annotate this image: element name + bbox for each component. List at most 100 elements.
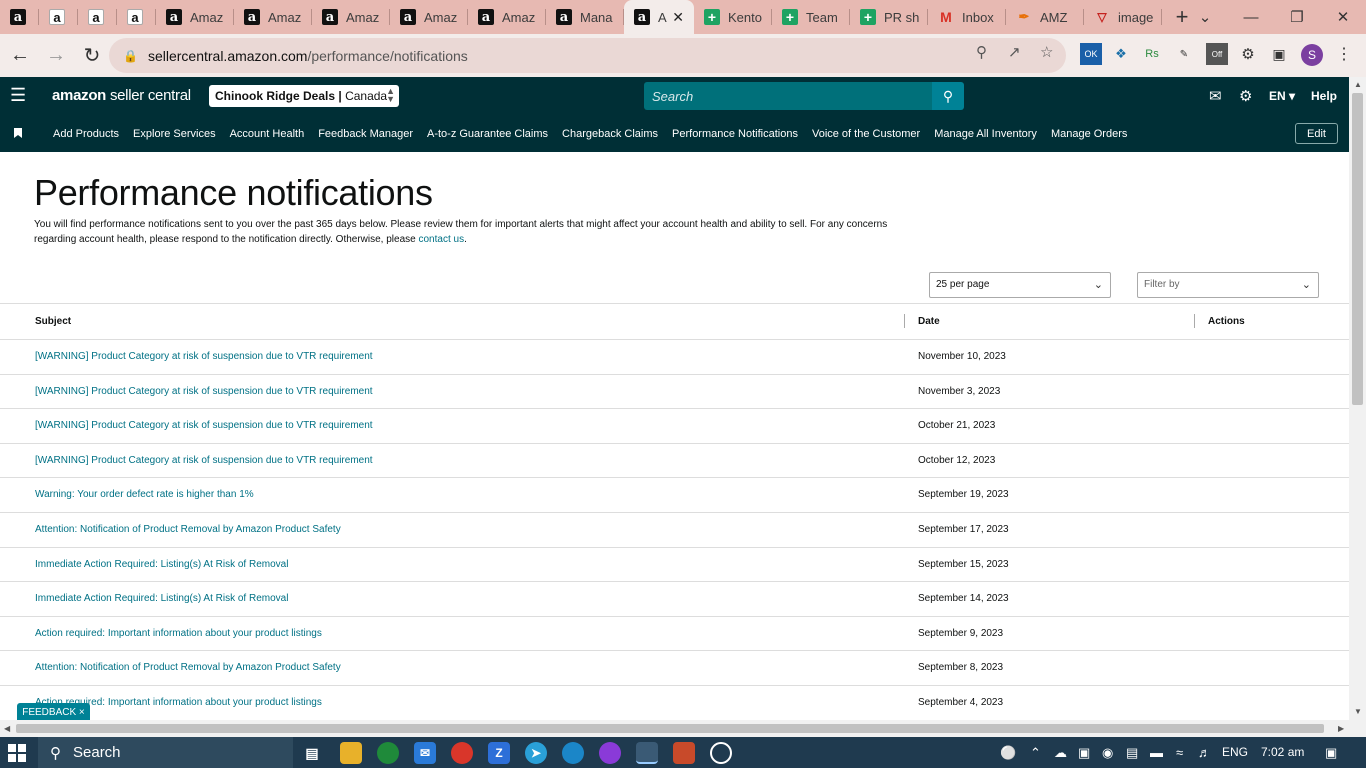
- windows-start-icon[interactable]: [8, 744, 26, 762]
- file-explorer-icon[interactable]: [340, 742, 362, 764]
- notification-subject-link[interactable]: [WARNING] Product Category at risk of su…: [35, 455, 373, 466]
- clock[interactable]: 7:02 am: [1261, 745, 1304, 759]
- scroll-left-icon[interactable]: ◀: [4, 724, 10, 733]
- extension-rs-icon[interactable]: Rs: [1141, 43, 1163, 65]
- input-language[interactable]: ENG: [1222, 745, 1248, 759]
- edit-nav-button[interactable]: Edit: [1295, 123, 1338, 144]
- reload-button[interactable]: ↻: [76, 40, 108, 72]
- back-button[interactable]: ←: [4, 40, 36, 72]
- nav-link[interactable]: Performance Notifications: [672, 128, 798, 140]
- seller-central-logo[interactable]: amazon seller central: [52, 87, 191, 104]
- notification-subject-link[interactable]: [WARNING] Product Category at risk of su…: [35, 420, 373, 431]
- browser-tab[interactable]: a: [78, 0, 117, 34]
- messenger-icon[interactable]: [599, 742, 621, 764]
- extension-ok-icon[interactable]: OK: [1080, 43, 1102, 65]
- notification-subject-link[interactable]: Attention: Notification of Product Remov…: [35, 662, 341, 673]
- nav-link[interactable]: Voice of the Customer: [812, 128, 920, 140]
- close-tab-icon[interactable]: ✕: [672, 9, 684, 26]
- address-bar[interactable]: 🔒 sellercentral.amazon.com/performance/n…: [109, 38, 1066, 73]
- chevron-up-icon[interactable]: ⌃: [1030, 745, 1041, 761]
- notification-subject-link[interactable]: Attention: Notification of Product Remov…: [35, 524, 341, 535]
- column-subject[interactable]: Subject: [35, 316, 71, 327]
- browser-tab[interactable]: + Kento: [694, 0, 772, 34]
- mail-icon[interactable]: ✉: [1209, 87, 1222, 105]
- filter-select[interactable]: Filter by ⌄: [1137, 272, 1319, 298]
- wifi-icon[interactable]: ≈: [1176, 745, 1183, 760]
- chrome-active-icon[interactable]: [636, 742, 658, 764]
- edge-icon[interactable]: [562, 742, 584, 764]
- taskbar-search[interactable]: ⚲ Search: [38, 737, 293, 768]
- nav-link[interactable]: Explore Services: [133, 128, 216, 140]
- notification-subject-link[interactable]: Immediate Action Required: Listing(s) At…: [35, 593, 288, 604]
- notification-subject-link[interactable]: Action required: Important information a…: [35, 628, 322, 639]
- per-page-select[interactable]: 25 per page ⌄: [929, 272, 1111, 298]
- bookmark-icon[interactable]: [14, 128, 22, 138]
- zoom-app-icon[interactable]: Z: [488, 742, 510, 764]
- browser-tab[interactable]: a Mana: [546, 0, 624, 34]
- browser-tab[interactable]: a: [0, 0, 39, 34]
- language-selector[interactable]: EN ▾: [1269, 89, 1295, 103]
- notification-subject-link[interactable]: Warning: Your order defect rate is highe…: [35, 489, 254, 500]
- browser-tab[interactable]: + PR sh: [850, 0, 928, 34]
- notification-subject-link[interactable]: Immediate Action Required: Listing(s) At…: [35, 559, 288, 570]
- browser-tab[interactable]: a Amaz: [390, 0, 468, 34]
- nav-link[interactable]: Account Health: [230, 128, 305, 140]
- browser-tab[interactable]: M Inbox: [928, 0, 1006, 34]
- microphone-icon[interactable]: ◉: [1102, 745, 1113, 761]
- search-button[interactable]: ⚲: [932, 82, 964, 110]
- scroll-right-icon[interactable]: ▶: [1338, 724, 1344, 733]
- browser-tab[interactable]: a: [39, 0, 78, 34]
- app-icon[interactable]: [673, 742, 695, 764]
- screen-icon[interactable]: ▤: [1126, 745, 1138, 761]
- extension-misc-icon[interactable]: ✎: [1173, 43, 1195, 65]
- search-input[interactable]: Search: [644, 82, 932, 110]
- side-panel-icon[interactable]: ▣: [1268, 43, 1290, 65]
- extension-circle-icon[interactable]: ❖: [1110, 43, 1132, 65]
- store-switcher[interactable]: Chinook Ridge Deals | Canada ▲ ▼: [209, 85, 399, 107]
- browser-tab[interactable]: a A ✕: [624, 0, 694, 34]
- chrome-icon[interactable]: [451, 742, 473, 764]
- browser-tab[interactable]: ✒ AMZ: [1006, 0, 1084, 34]
- notification-subject-link[interactable]: [WARNING] Product Category at risk of su…: [35, 386, 373, 397]
- horizontal-scrollbar[interactable]: ◀ ▶: [0, 720, 1366, 737]
- mail-app-icon[interactable]: ✉: [414, 742, 436, 764]
- tab-search-chevron-icon[interactable]: ⌄: [1182, 0, 1228, 34]
- telegram-icon[interactable]: ➤: [525, 742, 547, 764]
- cloud-icon[interactable]: ☁: [1054, 745, 1067, 761]
- browser-tab[interactable]: a Amaz: [468, 0, 546, 34]
- settings-gear-icon[interactable]: ⚙: [1239, 87, 1252, 105]
- app-circle-icon[interactable]: [710, 742, 732, 764]
- share-icon[interactable]: ↗: [1008, 43, 1021, 61]
- bookmark-star-icon[interactable]: ☆: [1040, 43, 1053, 61]
- hamburger-menu-icon[interactable]: ☰: [10, 85, 26, 106]
- help-link[interactable]: Help: [1311, 89, 1337, 103]
- chrome-icon[interactable]: [377, 742, 399, 764]
- nav-link[interactable]: Manage Orders: [1051, 128, 1127, 140]
- scroll-down-icon[interactable]: ▼: [1354, 707, 1362, 716]
- people-icon[interactable]: ⚪: [1000, 745, 1016, 761]
- nav-link[interactable]: Manage All Inventory: [934, 128, 1037, 140]
- scroll-up-icon[interactable]: ▲: [1354, 80, 1362, 89]
- notifications-icon[interactable]: ▣: [1325, 745, 1337, 761]
- zoom-icon[interactable]: ⚲: [976, 43, 987, 61]
- nav-link[interactable]: Chargeback Claims: [562, 128, 658, 140]
- nav-link[interactable]: Feedback Manager: [318, 128, 413, 140]
- forward-button[interactable]: →: [40, 40, 72, 72]
- volume-icon[interactable]: ♬: [1198, 745, 1211, 760]
- vertical-scrollbar[interactable]: ▲ ▼: [1349, 77, 1366, 720]
- extension-off-icon[interactable]: Off: [1206, 43, 1228, 65]
- minimize-button[interactable]: —: [1228, 0, 1274, 34]
- browser-tab[interactable]: a Amaz: [234, 0, 312, 34]
- browser-tab[interactable]: a Amaz: [156, 0, 234, 34]
- profile-avatar[interactable]: S: [1301, 44, 1323, 66]
- nav-link[interactable]: Add Products: [53, 128, 119, 140]
- task-view-icon[interactable]: ▤: [301, 742, 323, 764]
- browser-tab[interactable]: a: [117, 0, 156, 34]
- nav-link[interactable]: A-to-z Guarantee Claims: [427, 128, 548, 140]
- browser-menu-icon[interactable]: ⋮: [1333, 43, 1355, 65]
- camera-icon[interactable]: ▣: [1078, 745, 1090, 761]
- browser-tab[interactable]: a Amaz: [312, 0, 390, 34]
- notification-subject-link[interactable]: [WARNING] Product Category at risk of su…: [35, 351, 373, 362]
- horizontal-scroll-thumb[interactable]: [16, 724, 1324, 733]
- feedback-button[interactable]: FEEDBACK ×: [17, 703, 90, 721]
